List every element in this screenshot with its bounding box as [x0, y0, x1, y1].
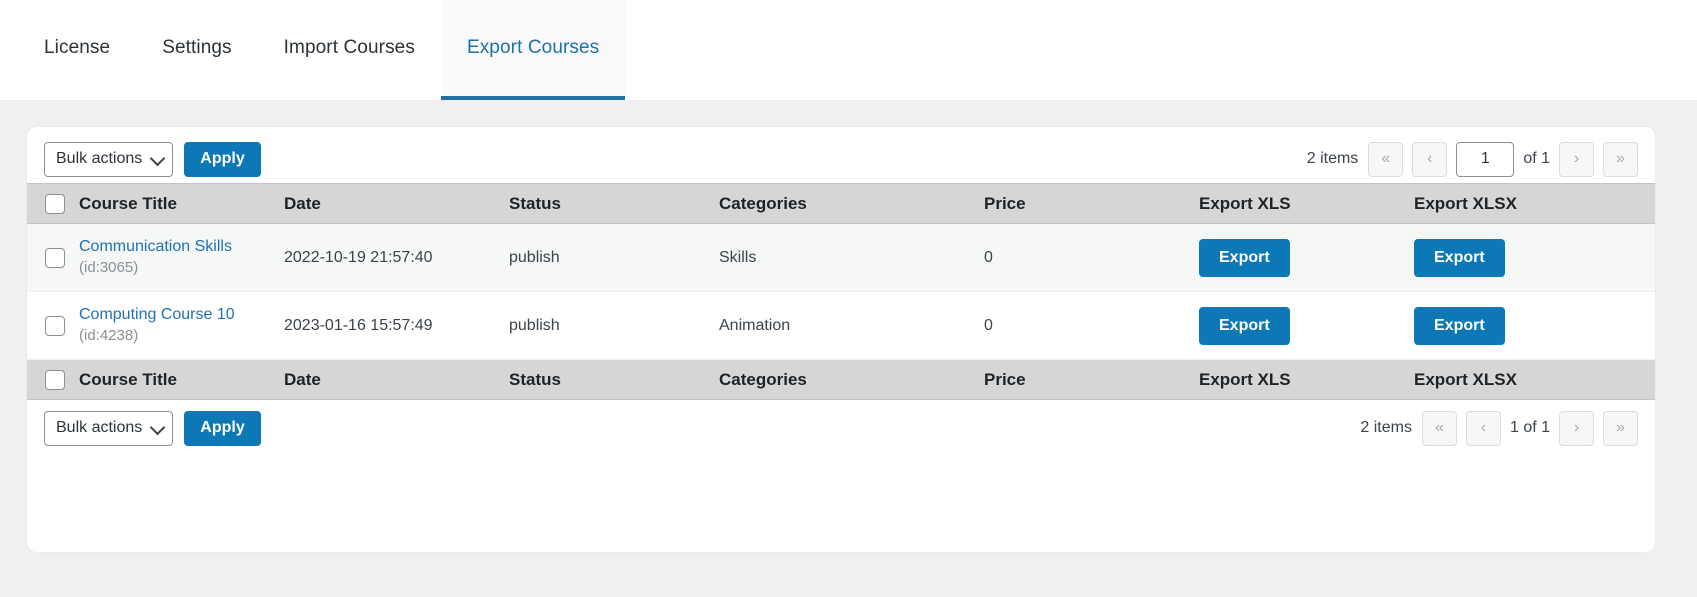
cell-export-xlsx: Export	[1414, 224, 1655, 292]
header-date[interactable]: Date	[284, 184, 509, 224]
bulk-actions-label-top: Bulk actions	[56, 150, 142, 168]
current-page-input-top[interactable]	[1456, 142, 1514, 177]
footer-price[interactable]: Price	[984, 360, 1199, 400]
chevron-down-icon	[150, 151, 166, 167]
last-page-button-bottom[interactable]: »	[1603, 411, 1638, 446]
items-count-top: 2 items	[1307, 150, 1359, 168]
page-status-label-bottom: 1 of 1	[1510, 419, 1550, 437]
table-toolbar-bottom: Bulk actions Apply 2 items « ‹ 1 of 1 › …	[27, 400, 1655, 456]
next-page-button-top[interactable]: ›	[1559, 142, 1594, 177]
first-page-button-bottom[interactable]: «	[1422, 411, 1457, 446]
last-page-button-top[interactable]: »	[1603, 142, 1638, 177]
select-all-header	[27, 184, 79, 224]
cell-date: 2023-01-16 15:57:49	[284, 292, 509, 360]
course-title-link[interactable]: Communication Skills	[79, 237, 284, 257]
tab-license-label: License	[44, 37, 110, 59]
apply-button-top[interactable]: Apply	[184, 142, 260, 177]
tab-import-courses-label: Import Courses	[284, 37, 415, 59]
header-price[interactable]: Price	[984, 184, 1199, 224]
header-export-xls[interactable]: Export XLS	[1199, 184, 1414, 224]
bulk-actions-select-bottom[interactable]: Bulk actions	[44, 411, 173, 446]
cell-export-xls: Export	[1199, 224, 1414, 292]
bulk-actions-select-top[interactable]: Bulk actions	[44, 142, 173, 177]
bulk-actions-label-bottom: Bulk actions	[56, 419, 142, 437]
course-id-label: (id:4238)	[79, 327, 284, 346]
prev-page-button-top[interactable]: ‹	[1412, 142, 1447, 177]
export-xlsx-button[interactable]: Export	[1414, 239, 1505, 277]
footer-status[interactable]: Status	[509, 360, 719, 400]
tab-export-courses[interactable]: Export Courses	[441, 0, 625, 100]
courses-table-body: Communication Skills (id:3065) 2022-10-1…	[27, 224, 1655, 360]
cell-export-xls: Export	[1199, 292, 1414, 360]
tab-export-courses-label: Export Courses	[467, 37, 599, 59]
pagination-bottom: 2 items « ‹ 1 of 1 › »	[1360, 411, 1638, 446]
footer-export-xlsx[interactable]: Export XLSX	[1414, 360, 1655, 400]
tab-settings[interactable]: Settings	[136, 0, 257, 100]
cell-export-xlsx: Export	[1414, 292, 1655, 360]
cell-price: 0	[984, 292, 1199, 360]
export-xls-button[interactable]: Export	[1199, 239, 1290, 277]
tab-settings-label: Settings	[162, 37, 231, 59]
cell-categories: Skills	[719, 224, 984, 292]
table-toolbar-top: Bulk actions Apply 2 items « ‹ of 1 › »	[27, 127, 1655, 183]
row-select-cell	[27, 224, 79, 292]
header-status[interactable]: Status	[509, 184, 719, 224]
first-page-button-top[interactable]: «	[1368, 142, 1403, 177]
header-export-xlsx[interactable]: Export XLSX	[1414, 184, 1655, 224]
course-id-label: (id:3065)	[79, 259, 284, 278]
settings-tab-bar: License Settings Import Courses Export C…	[0, 0, 1697, 100]
row-select-cell	[27, 292, 79, 360]
chevron-down-icon	[150, 420, 166, 436]
row-checkbox[interactable]	[45, 316, 65, 336]
courses-table-foot: Course Title Date Status Categories Pric…	[27, 360, 1655, 400]
cell-categories: Animation	[719, 292, 984, 360]
table-header-row: Course Title Date Status Categories Pric…	[27, 184, 1655, 224]
tab-import-courses[interactable]: Import Courses	[258, 0, 441, 100]
cell-date: 2022-10-19 21:57:40	[284, 224, 509, 292]
apply-button-bottom[interactable]: Apply	[184, 411, 260, 446]
export-xls-button[interactable]: Export	[1199, 307, 1290, 345]
select-all-checkbox-bottom[interactable]	[45, 370, 65, 390]
table-row: Communication Skills (id:3065) 2022-10-1…	[27, 224, 1655, 292]
row-checkbox[interactable]	[45, 248, 65, 268]
footer-categories[interactable]: Categories	[719, 360, 984, 400]
tab-license[interactable]: License	[18, 0, 136, 100]
courses-table: Course Title Date Status Categories Pric…	[27, 183, 1655, 400]
items-count-bottom: 2 items	[1360, 419, 1412, 437]
cell-status: publish	[509, 292, 719, 360]
select-all-footer	[27, 360, 79, 400]
header-course-title[interactable]: Course Title	[79, 184, 284, 224]
footer-date[interactable]: Date	[284, 360, 509, 400]
prev-page-button-bottom[interactable]: ‹	[1466, 411, 1501, 446]
footer-export-xls[interactable]: Export XLS	[1199, 360, 1414, 400]
cell-course-title: Computing Course 10 (id:4238)	[79, 292, 284, 360]
table-row: Computing Course 10 (id:4238) 2023-01-16…	[27, 292, 1655, 360]
courses-table-head: Course Title Date Status Categories Pric…	[27, 184, 1655, 224]
cell-status: publish	[509, 224, 719, 292]
cell-course-title: Communication Skills (id:3065)	[79, 224, 284, 292]
course-title-link[interactable]: Computing Course 10	[79, 305, 284, 325]
select-all-checkbox-top[interactable]	[45, 194, 65, 214]
export-courses-panel: Bulk actions Apply 2 items « ‹ of 1 › » …	[27, 127, 1655, 552]
pagination-top: 2 items « ‹ of 1 › »	[1307, 142, 1638, 177]
total-pages-label-top: of 1	[1523, 150, 1550, 168]
next-page-button-bottom[interactable]: ›	[1559, 411, 1594, 446]
table-footer-row: Course Title Date Status Categories Pric…	[27, 360, 1655, 400]
footer-course-title[interactable]: Course Title	[79, 360, 284, 400]
cell-price: 0	[984, 224, 1199, 292]
export-xlsx-button[interactable]: Export	[1414, 307, 1505, 345]
header-categories[interactable]: Categories	[719, 184, 984, 224]
